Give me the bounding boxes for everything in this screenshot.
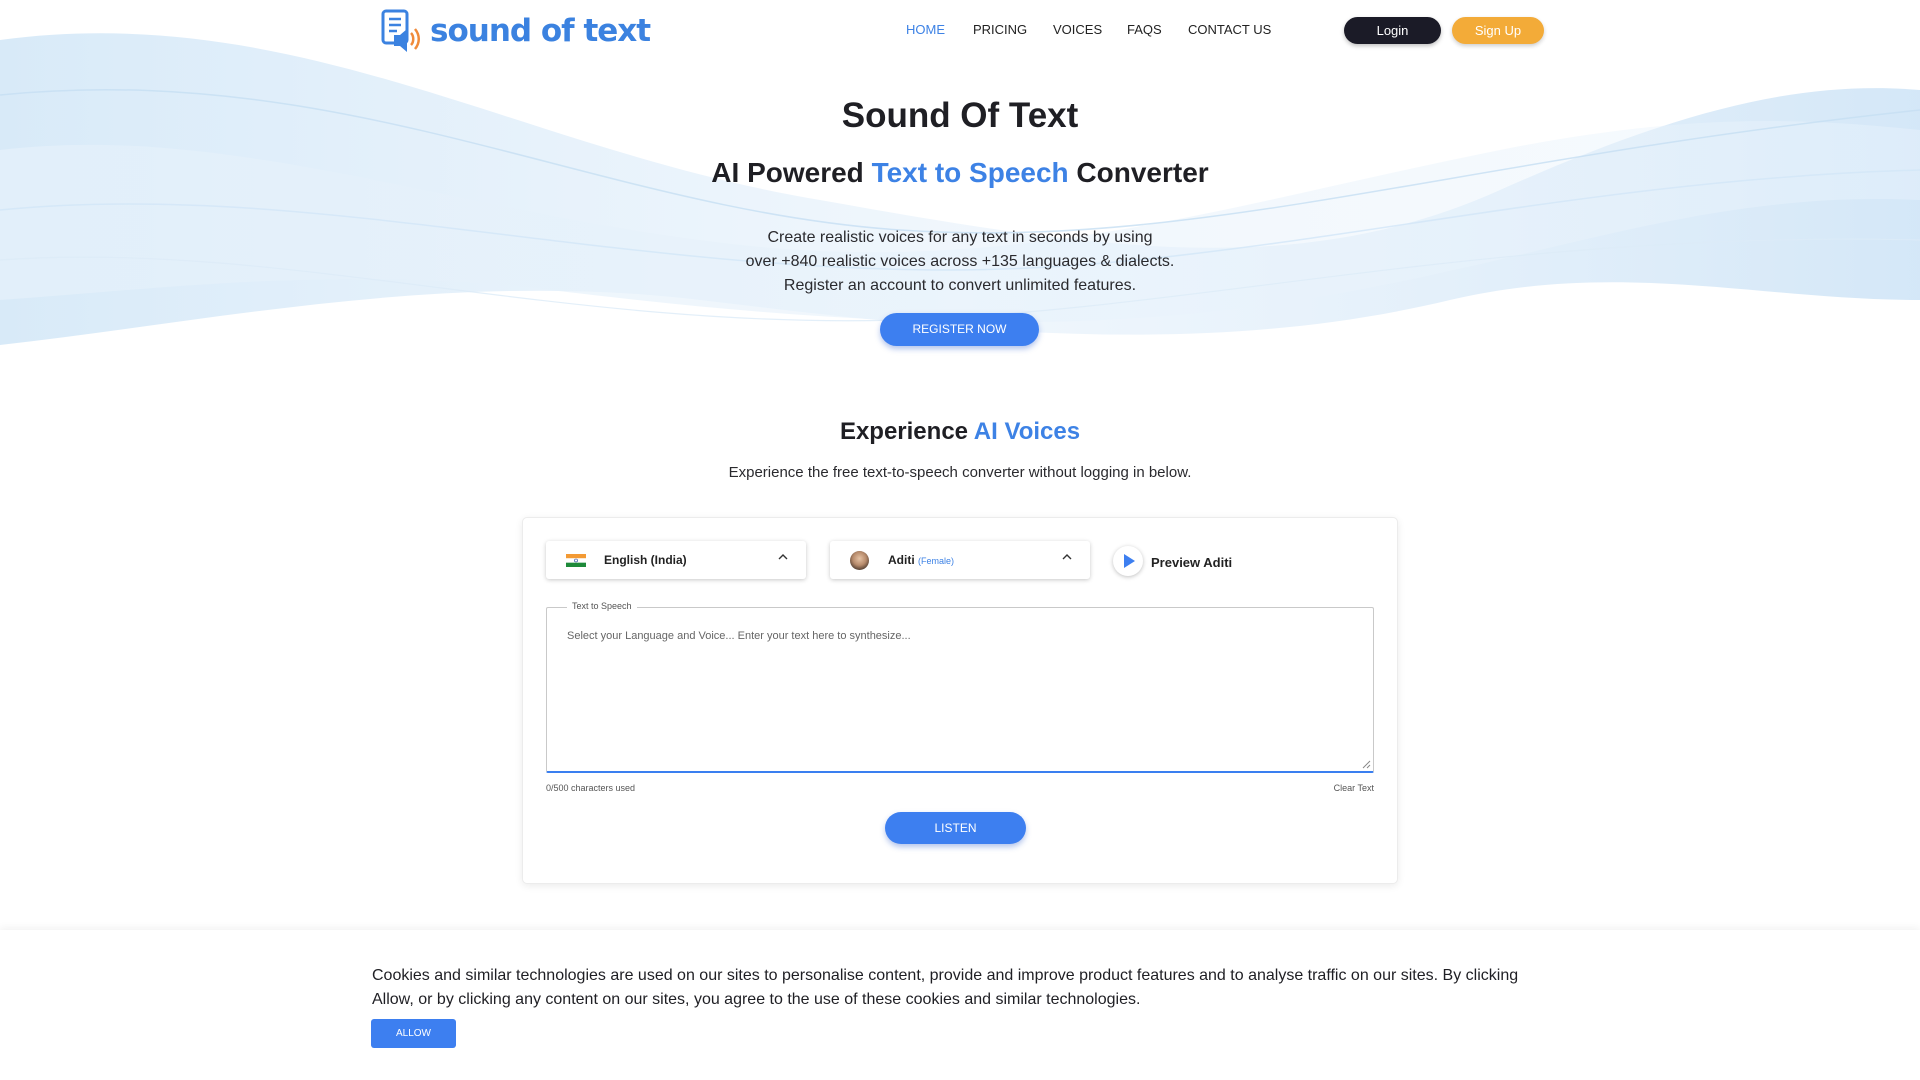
nav-faqs[interactable]: FAQS — [1127, 22, 1162, 37]
experience-title-prefix: Experience — [839, 418, 974, 445]
hero-description: Create realistic voices for any text in … — [0, 226, 1920, 298]
preview-voice-label[interactable]: Preview Aditi — [1151, 555, 1232, 570]
subtitle-prefix: AI Powered — [711, 157, 872, 188]
allow-cookies-button[interactable]: ALLOW — [371, 1019, 456, 1048]
tts-text-input[interactable]: Text to Speech Select your Language and … — [546, 601, 1374, 773]
hero-description-line: over +840 realistic voices across +135 l… — [745, 253, 1175, 270]
hero-subtitle: AI Powered Text to Speech Converter — [0, 157, 1920, 189]
experience-title-highlight: AI Voices — [973, 418, 1081, 445]
subtitle-highlight: Text to Speech — [871, 157, 1069, 188]
hero-description-line: Register an account to convert unlimited… — [783, 277, 1137, 294]
resize-grip-icon[interactable] — [1362, 760, 1371, 769]
nav-pricing[interactable]: PRICING — [973, 22, 1027, 37]
voice-avatar — [850, 551, 869, 570]
chevron-up-icon — [1062, 554, 1072, 560]
document-speaker-icon — [381, 9, 420, 52]
chevron-up-icon — [778, 554, 788, 560]
voice-name: Aditi — [888, 553, 915, 567]
voice-select-value: Aditi (Female) — [888, 553, 954, 567]
background-waves — [0, 33, 1920, 345]
subtitle-suffix: Converter — [1068, 157, 1209, 188]
india-flag-icon — [566, 554, 586, 567]
language-select-value: English (India) — [604, 553, 687, 567]
site-header: sound of text HOME PRICING VOICES FAQS C… — [0, 0, 1920, 62]
text-input-placeholder: Select your Language and Voice... Enter … — [567, 630, 911, 642]
logo-text: sound of text — [430, 13, 651, 49]
logo[interactable]: sound of text — [380, 9, 651, 53]
nav-contact-us[interactable]: CONTACT US — [1188, 22, 1271, 37]
text-to-speech-legend: Text to Speech — [567, 601, 637, 611]
signup-button[interactable]: Sign Up — [1452, 17, 1544, 44]
tts-converter-card: English (India) Aditi (Female) Preview A… — [522, 517, 1398, 884]
cookie-banner: Cookies and similar technologies are use… — [0, 930, 1920, 1080]
clear-text-link[interactable]: Clear Text — [1334, 783, 1374, 793]
hero-title: Sound Of Text — [841, 96, 1079, 135]
voice-select[interactable]: Aditi (Female) — [830, 541, 1090, 579]
voice-gender: (Female) — [918, 556, 955, 566]
listen-button[interactable]: LISTEN — [885, 812, 1026, 844]
cookie-text: Cookies and similar technologies are use… — [372, 967, 1519, 1008]
preview-voice-button[interactable] — [1113, 546, 1143, 576]
hero-description-line: Create realistic voices for any text in … — [767, 229, 1153, 246]
experience-title: Experience AI Voices — [0, 418, 1920, 446]
register-now-button[interactable]: REGISTER NOW — [880, 313, 1039, 346]
nav-voices[interactable]: VOICES — [1053, 22, 1102, 37]
nav-home[interactable]: HOME — [906, 22, 945, 37]
login-button[interactable]: Login — [1344, 17, 1441, 44]
experience-description: Experience the free text-to-speech conve… — [728, 464, 1192, 481]
play-icon — [1124, 554, 1135, 568]
language-select[interactable]: English (India) — [546, 541, 806, 579]
character-count: 0/500 characters used — [546, 783, 636, 793]
